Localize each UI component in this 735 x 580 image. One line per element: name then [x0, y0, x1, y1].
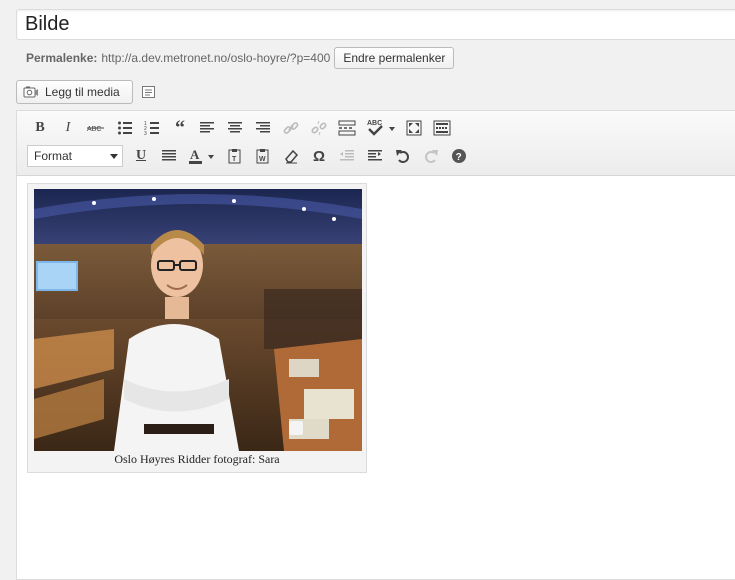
- bold-button[interactable]: B: [30, 118, 50, 138]
- numbered-list-icon: 123: [144, 121, 159, 136]
- align-center-icon: [228, 122, 242, 133]
- text-mode-icon[interactable]: [142, 86, 155, 98]
- help-icon: ?: [452, 149, 466, 163]
- conference-photo: [34, 189, 362, 451]
- paste-text-icon: T: [228, 149, 241, 164]
- fullscreen-button[interactable]: [404, 118, 424, 138]
- permalink-url[interactable]: http://a.dev.metronet.no/oslo-hoyre/?p=4…: [101, 47, 330, 69]
- numbered-list-button[interactable]: 123: [142, 118, 162, 138]
- paste-word-icon: W: [256, 149, 269, 164]
- clear-formatting-button[interactable]: [281, 146, 301, 166]
- redo-button[interactable]: [421, 146, 441, 166]
- permalink-label: Permalenke:: [26, 51, 98, 65]
- outdent-button[interactable]: [337, 146, 357, 166]
- align-right-icon: [256, 122, 270, 133]
- undo-button[interactable]: [393, 146, 413, 166]
- editor-toolbar: B I ABC 123 “ ABC Format U A T W Ω ?: [17, 111, 735, 176]
- fullscreen-icon: [406, 120, 422, 136]
- redo-icon: [425, 150, 438, 163]
- help-button[interactable]: ?: [449, 146, 469, 166]
- visual-editor[interactable]: B I ABC 123 “ ABC Format U A T W Ω ? Osl…: [16, 110, 735, 580]
- permalink-row: Permalenke: http://a.dev.metronet.no/osl…: [26, 47, 455, 69]
- spellcheck-button[interactable]: ABC: [366, 118, 398, 138]
- format-select-value: Format: [34, 149, 73, 163]
- paste-text-button[interactable]: T: [225, 146, 245, 166]
- indent-button[interactable]: [365, 146, 385, 166]
- read-more-icon: [338, 120, 356, 136]
- svg-text:ABC: ABC: [367, 120, 382, 127]
- image-caption-box[interactable]: Oslo Høyres Ridder fotograf: Sara: [27, 183, 367, 473]
- image-caption[interactable]: Oslo Høyres Ridder fotograf: Sara: [28, 452, 366, 467]
- strikethrough-icon: ABC: [87, 126, 104, 133]
- svg-text:A: A: [190, 147, 200, 162]
- underline-button[interactable]: U: [131, 146, 151, 166]
- align-justify-icon: [162, 150, 176, 161]
- add-media-label: Legg til media: [45, 85, 120, 99]
- align-left-icon: [200, 122, 214, 133]
- align-left-button[interactable]: [197, 118, 217, 138]
- undo-icon: [396, 150, 409, 163]
- indent-icon: [368, 150, 382, 161]
- link-icon: [283, 122, 299, 134]
- insert-link-button[interactable]: [281, 118, 301, 138]
- chevron-down-icon: [110, 154, 118, 159]
- bullet-list-icon: [118, 121, 132, 135]
- eraser-icon: [285, 149, 299, 164]
- justify-button[interactable]: [159, 146, 179, 166]
- svg-text:?: ?: [456, 152, 462, 163]
- unlink-icon: [311, 120, 327, 136]
- outdent-icon: [340, 150, 354, 161]
- edit-permalink-button[interactable]: Endre permalenker: [334, 47, 455, 69]
- svg-text:3: 3: [144, 131, 147, 136]
- special-character-button[interactable]: Ω: [309, 146, 329, 166]
- add-media-button[interactable]: Legg til media: [16, 80, 133, 104]
- post-title-input[interactable]: Bilde: [16, 9, 735, 40]
- align-center-button[interactable]: [225, 118, 245, 138]
- svg-text:ABC: ABC: [87, 126, 101, 133]
- text-color-icon: A: [189, 147, 214, 164]
- blockquote-button[interactable]: “: [170, 117, 190, 139]
- unlink-button[interactable]: [309, 118, 329, 138]
- insert-more-button[interactable]: [337, 118, 357, 138]
- toolbar-toggle-button[interactable]: [432, 118, 452, 138]
- svg-text:W: W: [259, 156, 266, 163]
- paste-word-button[interactable]: W: [253, 146, 273, 166]
- bullet-list-button[interactable]: [115, 118, 135, 138]
- format-select[interactable]: Format: [27, 145, 123, 167]
- text-color-button[interactable]: A: [187, 146, 219, 166]
- align-right-button[interactable]: [253, 118, 273, 138]
- media-camera-icon: [23, 86, 38, 98]
- strikethrough-button[interactable]: ABC: [86, 118, 106, 138]
- kitchen-sink-icon: [433, 120, 451, 136]
- spellcheck-icon: ABC: [367, 120, 395, 136]
- italic-button[interactable]: I: [58, 118, 78, 138]
- post-image[interactable]: [34, 189, 362, 451]
- svg-text:T: T: [232, 156, 237, 163]
